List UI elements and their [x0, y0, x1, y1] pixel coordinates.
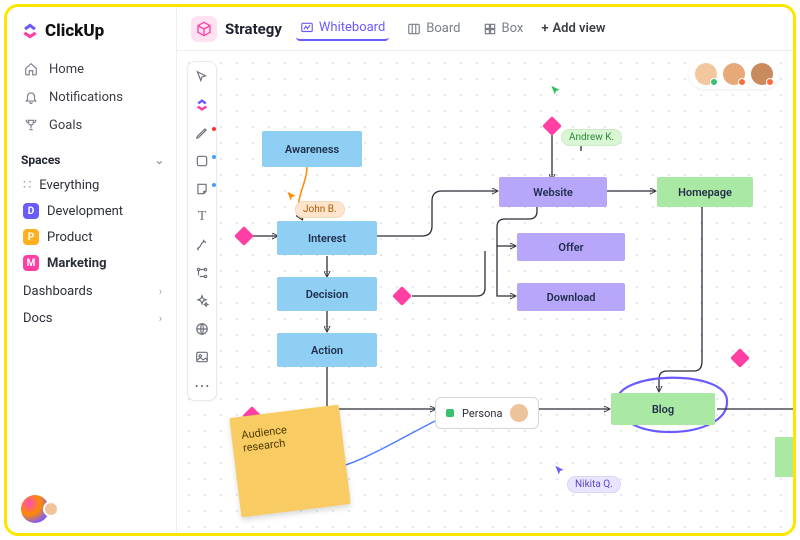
sidebar-item-everything[interactable]: ∷ Everything [21, 173, 164, 198]
node-homepage[interactable]: Homepage [657, 177, 753, 207]
tool-relation[interactable] [193, 264, 211, 282]
connector-handle[interactable] [234, 226, 254, 246]
box-icon [483, 22, 497, 36]
view-box[interactable]: Box [479, 17, 528, 40]
sidebar-item-product[interactable]: P Product [21, 224, 164, 250]
node-awareness[interactable]: Awareness [262, 131, 362, 167]
clickup-logo-icon [21, 22, 39, 40]
nav-label: Home [49, 62, 84, 77]
view-label: Box [502, 21, 524, 36]
home-icon [23, 61, 39, 77]
tool-pen[interactable] [193, 124, 211, 142]
view-board[interactable]: Board [403, 17, 464, 40]
chevron-right-icon: › [159, 285, 162, 298]
space-badge: M [23, 255, 39, 271]
view-label: Board [426, 21, 460, 36]
connector-handle[interactable] [542, 116, 562, 136]
cursor-icon [549, 83, 561, 95]
tool-text[interactable]: T [193, 208, 211, 226]
avatar [751, 63, 773, 85]
cursor-icon [285, 189, 297, 201]
tool-shape[interactable] [193, 152, 211, 170]
main: Strategy Whiteboard Board Box + Add view [177, 7, 793, 533]
persona-label: Persona [462, 407, 502, 420]
avatar [723, 63, 745, 85]
grid-icon: ∷ [23, 178, 31, 193]
sidebar-item-development[interactable]: D Development [21, 198, 164, 224]
sidebar-item-docs[interactable]: Docs › [21, 303, 164, 330]
tool-note[interactable] [193, 180, 211, 198]
trophy-icon [23, 117, 39, 133]
spaces-header[interactable]: Spaces ⌄ [21, 153, 164, 167]
sidebar-item-label: Development [47, 204, 123, 219]
whiteboard-icon [300, 21, 314, 35]
space-badge: P [23, 229, 39, 245]
node-website[interactable]: Website [499, 177, 607, 207]
node-decision[interactable]: Decision [277, 277, 377, 311]
brand: ClickUp [21, 21, 164, 41]
sidebar: ClickUp Home Notifications Goals Spaces … [7, 7, 177, 533]
cursor-label-andrew: Andrew K. [561, 129, 622, 146]
user-avatar[interactable] [21, 495, 49, 523]
sidebar-item-marketing[interactable]: M Marketing [21, 250, 164, 276]
node-download[interactable]: Download [517, 283, 625, 311]
connector-handle[interactable] [730, 348, 750, 368]
tool-image[interactable] [193, 348, 211, 366]
plus-icon: + [541, 21, 548, 36]
tool-select[interactable] [193, 68, 211, 86]
space-chip[interactable]: Strategy [191, 16, 282, 42]
tool-clickup[interactable] [193, 96, 211, 114]
cursor-label-john: John B. [295, 201, 345, 218]
node-action[interactable]: Action [277, 333, 377, 367]
chevron-right-icon: › [159, 312, 162, 325]
brand-name: ClickUp [45, 21, 104, 41]
cursor-label-nikita: Nikita Q. [567, 476, 621, 493]
view-whiteboard[interactable]: Whiteboard [296, 16, 389, 41]
tool-connector[interactable] [193, 236, 211, 254]
nav-goals[interactable]: Goals [21, 111, 164, 139]
tool-more[interactable]: ⋯ [193, 376, 211, 394]
bell-icon [23, 89, 39, 105]
node-partial[interactable] [775, 437, 793, 477]
add-view-button[interactable]: + Add view [541, 21, 605, 36]
nav-label: Notifications [49, 90, 123, 105]
cursor-icon [553, 463, 565, 475]
avatar [695, 63, 717, 85]
topbar: Strategy Whiteboard Board Box + Add view [177, 7, 793, 51]
board-icon [407, 22, 421, 36]
nav-notifications[interactable]: Notifications [21, 83, 164, 111]
tool-ai[interactable] [193, 292, 211, 310]
nav-label: Goals [49, 118, 82, 133]
sidebar-item-label: Product [47, 230, 92, 245]
node-blog[interactable]: Blog [611, 393, 715, 425]
nav-home[interactable]: Home [21, 55, 164, 83]
avatar [510, 404, 528, 422]
connector-handle[interactable] [392, 286, 412, 306]
status-dot-icon [446, 409, 454, 417]
sidebar-item-dashboards[interactable]: Dashboards › [21, 276, 164, 303]
cube-icon [191, 16, 217, 42]
node-persona[interactable]: Persona [435, 397, 539, 429]
sidebar-item-label: Marketing [47, 256, 107, 271]
space-badge: D [23, 203, 39, 219]
view-label: Whiteboard [319, 20, 385, 35]
tool-web[interactable] [193, 320, 211, 338]
node-interest[interactable]: Interest [277, 221, 377, 255]
chevron-down-icon: ⌄ [155, 154, 164, 167]
secondary-avatar [43, 501, 59, 517]
node-offer[interactable]: Offer [517, 233, 625, 261]
toolbox: T ⋯ [187, 61, 217, 401]
collaborator-avatars[interactable] [689, 59, 779, 89]
sidebar-item-label: Everything [39, 178, 99, 193]
space-title: Strategy [225, 20, 282, 38]
whiteboard-canvas[interactable]: T ⋯ .avatars .a:nth-child(1)::after{back… [177, 51, 793, 533]
sticky-note[interactable]: Audience research [229, 405, 350, 518]
